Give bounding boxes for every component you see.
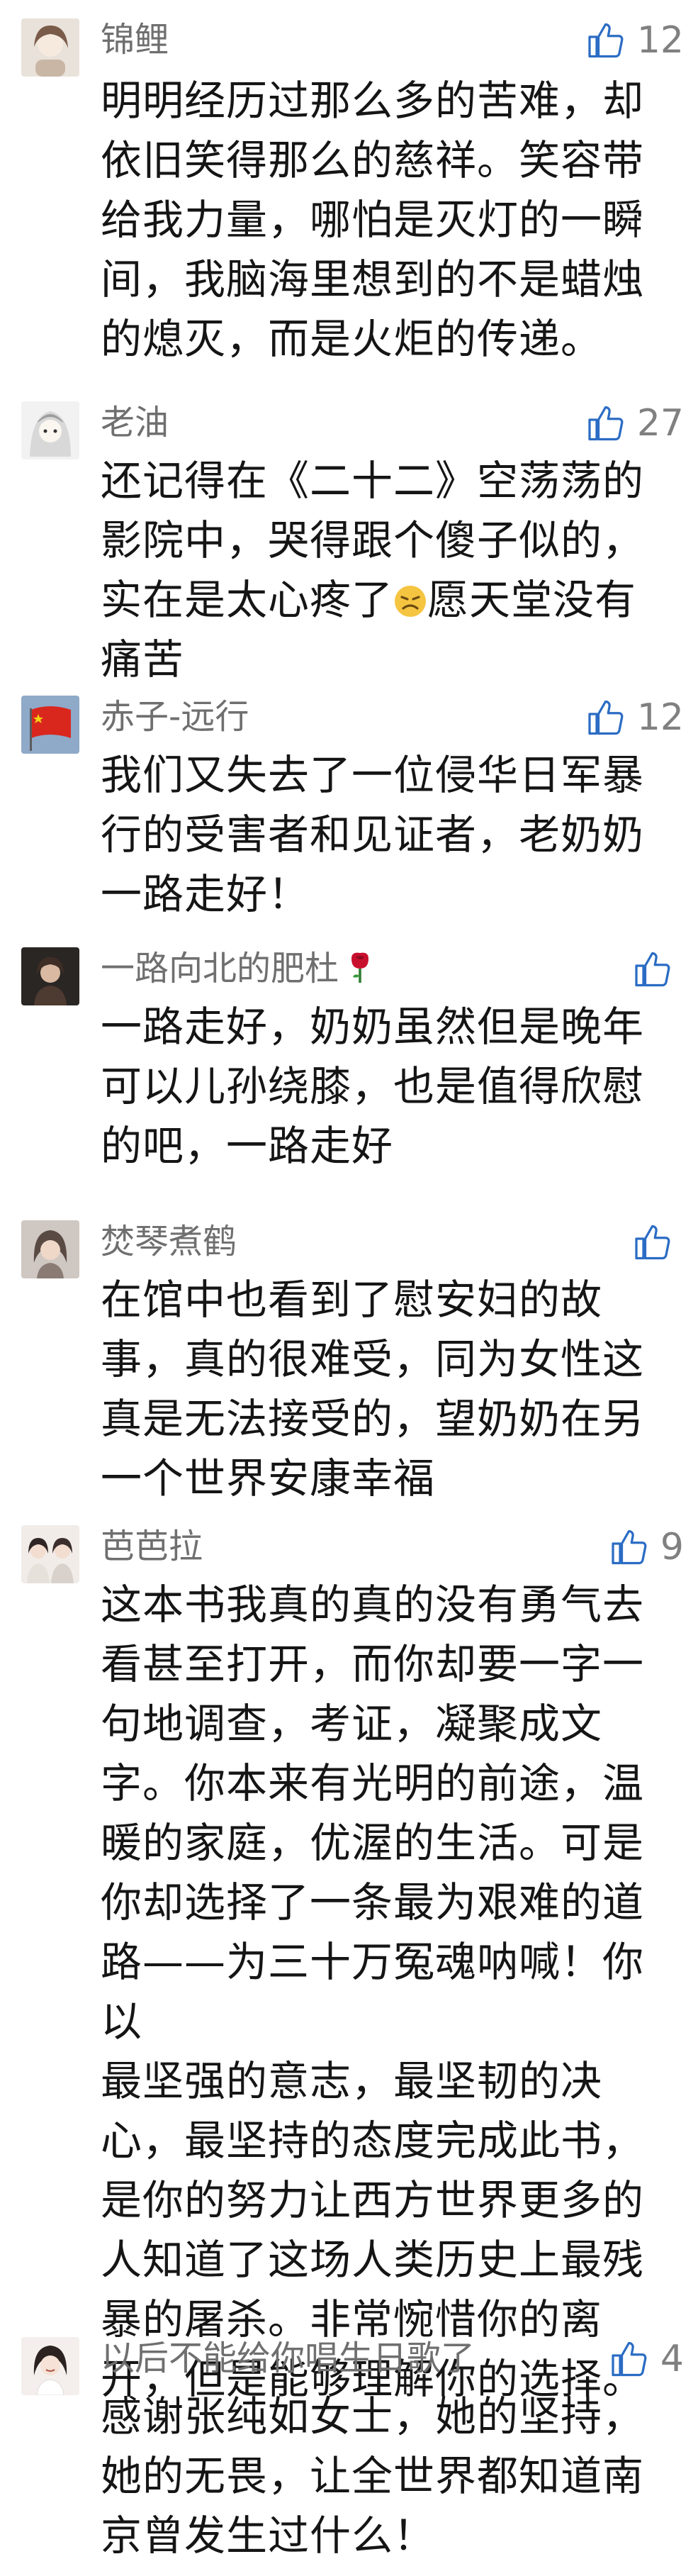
- username[interactable]: 芭芭拉: [101, 1524, 203, 1569]
- user-avatar[interactable]: [21, 18, 79, 77]
- like-button[interactable]: 9: [609, 1522, 684, 1572]
- user-avatar[interactable]: [21, 401, 79, 459]
- like-count: 12: [636, 696, 684, 739]
- like-count: 12: [636, 19, 684, 62]
- illustrated-girl-avatar-icon: [21, 18, 79, 77]
- comment-text: 在馆中也看到了慰安妇的故 事，真的很难受，同为女性这 真是无法接受的，望奶奶在另…: [101, 1276, 645, 1502]
- comment-text: 还记得在《二十二》空荡荡的 影院中，哭得跟个傻子似的， 实在是太心疼了 愿天堂没有…: [101, 451, 682, 689]
- comment-item: 赤子-远行 12 我们又失去了一位侵华日军暴 行的受害者和见证者，老奶奶 一路走…: [0, 677, 698, 929]
- like-count: 27: [636, 402, 684, 445]
- comment-text: 感谢张纯如女士，她的坚持， 她的无畏，让全世界都知道南 京曾发生过什么！: [101, 2392, 645, 2560]
- user-avatar[interactable]: [21, 947, 79, 1005]
- username[interactable]: 焚琴煮鹤: [101, 1219, 237, 1264]
- thumbs-up-icon: [588, 700, 624, 735]
- user-avatar[interactable]: [21, 1220, 79, 1278]
- user-avatar[interactable]: [21, 696, 79, 754]
- anime-character-avatar-icon: [21, 401, 79, 459]
- comment-item: 锦鲤 12 明明经历过那么多的苦难，却 依旧笑得那么的慈祥。笑容带 给我力量，哪…: [0, 0, 698, 369]
- username[interactable]: 老油: [101, 400, 169, 445]
- woman-portrait-avatar-icon: [21, 1220, 79, 1278]
- user-avatar[interactable]: [21, 1525, 79, 1583]
- user-avatar[interactable]: [21, 2337, 79, 2395]
- comment-text: 这本书我真的真的没有勇气去 看甚至打开，而你却要一字一 句地调查，考证，凝聚成文…: [101, 1580, 645, 2403]
- woman-smiling-avatar-icon: [21, 2337, 79, 2395]
- comment-item: 以后不能给你唱生日歌了 4 感谢张纯如女士，她的坚持， 她的无畏，让全世界都知道…: [0, 2319, 698, 2576]
- thumbs-up-icon: [635, 1225, 670, 1260]
- like-button[interactable]: 4: [609, 2334, 684, 2384]
- thumbs-up-icon: [612, 1529, 647, 1565]
- comment-text: 明明经历过那么多的苦难，却 依旧笑得那么的慈祥。笑容带 给我力量，哪怕是灭灯的一…: [101, 77, 645, 363]
- like-button[interactable]: 12: [586, 16, 684, 65]
- red-flag-avatar-icon: [21, 696, 79, 754]
- comment-item: 焚琴煮鹤 在馆中也看到了慰安妇的故 事，真的很难受，同为女性这 真是无法接受的，…: [0, 1202, 698, 1507]
- thumbs-up-icon: [588, 406, 624, 441]
- comment-text: 一路走好，奶奶虽然但是晚年 可以儿孙绕膝，也是值得欣慰 的吧，一路走好: [101, 1003, 645, 1170]
- thumbs-up-icon: [612, 2341, 647, 2377]
- like-button[interactable]: 27: [586, 398, 684, 448]
- two-girls-avatar-icon: [21, 1525, 79, 1583]
- sad-face-emoji-icon: [395, 586, 427, 617]
- comment-item: 老油 27 还记得在《二十二》空荡荡的 影院中，哭得跟个傻子似的， 实在是太心疼…: [0, 383, 698, 684]
- comment-item: 一路向北的肥杜 一路走好，奶奶虽然但是晚年 可以儿孙绕膝，也是值得欣慰 的吧，一…: [0, 929, 698, 1188]
- dark-portrait-avatar-icon: [21, 947, 79, 1005]
- like-button[interactable]: 12: [586, 693, 684, 742]
- username[interactable]: 锦鲤: [101, 17, 169, 62]
- rose-emoji-icon: [351, 952, 369, 983]
- comment-list: 锦鲤 12 明明经历过那么多的苦难，却 依旧笑得那么的慈祥。笑容带 给我力量，哪…: [0, 0, 698, 2576]
- thumbs-up-icon: [588, 23, 624, 58]
- username[interactable]: 以后不能给你唱生日歌了: [101, 2336, 475, 2381]
- like-count: 4: [660, 2338, 684, 2380]
- comment-item: 芭芭拉 9 这本书我真的真的没有勇气去 看甚至打开，而你却要一字一 句地调查，考…: [0, 1507, 698, 2403]
- username[interactable]: 赤子-远行: [101, 694, 249, 740]
- like-button[interactable]: [633, 944, 684, 994]
- thumbs-up-icon: [635, 952, 670, 987]
- username-text: 一路向北的肥杜: [101, 949, 339, 988]
- like-button[interactable]: [633, 1217, 684, 1267]
- like-count: 9: [660, 1526, 684, 1568]
- comment-text: 我们又失去了一位侵华日军暴 行的受害者和见证者，老奶奶 一路走好！: [101, 751, 645, 918]
- username[interactable]: 一路向北的肥杜: [101, 946, 377, 991]
